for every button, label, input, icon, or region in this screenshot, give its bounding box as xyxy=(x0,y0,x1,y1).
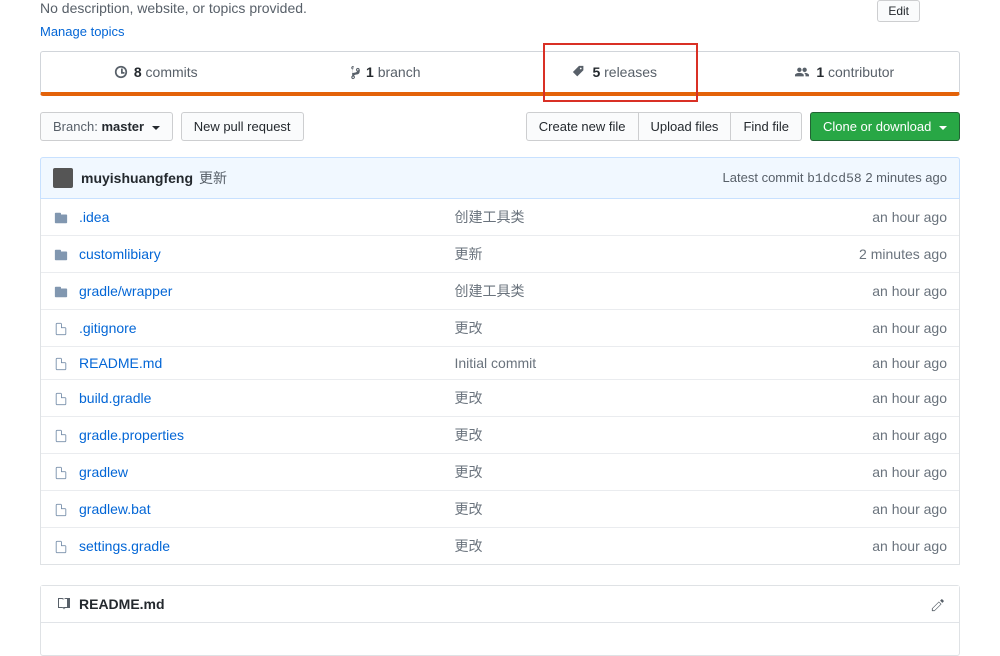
file-commit-message[interactable]: 更改 xyxy=(454,318,872,338)
file-icon xyxy=(53,501,79,517)
edit-button[interactable]: Edit xyxy=(877,0,920,22)
clone-label: Clone or download xyxy=(823,119,931,134)
commit-time: 2 minutes ago xyxy=(865,170,947,185)
file-time: an hour ago xyxy=(872,355,947,371)
contributors-tab[interactable]: 1 contributor xyxy=(730,52,960,92)
folder-icon xyxy=(53,209,79,225)
commits-label: commits xyxy=(146,64,198,80)
new-pull-request-button[interactable]: New pull request xyxy=(181,112,304,141)
file-commit-message[interactable]: 更改 xyxy=(454,388,872,408)
file-icon xyxy=(53,320,79,336)
readme-body xyxy=(41,623,959,655)
create-new-file-button[interactable]: Create new file xyxy=(526,112,639,141)
file-time: an hour ago xyxy=(872,501,947,517)
file-row: customlibiary更新2 minutes ago xyxy=(41,235,959,272)
releases-label: releases xyxy=(604,64,657,80)
file-row: gradlew更改an hour ago xyxy=(41,453,959,490)
file-name-link[interactable]: .gitignore xyxy=(79,320,454,336)
file-time: an hour ago xyxy=(872,464,947,480)
file-commit-message[interactable]: 更改 xyxy=(454,536,872,556)
contributors-count: 1 xyxy=(816,64,824,80)
branch-icon xyxy=(350,65,360,80)
file-name-link[interactable]: .idea xyxy=(79,209,454,225)
file-commit-message[interactable]: 更改 xyxy=(454,425,872,445)
file-row: gradlew.bat更改an hour ago xyxy=(41,490,959,527)
contributors-label: contributor xyxy=(828,64,894,80)
repo-description: No description, website, or topics provi… xyxy=(40,0,960,16)
people-icon xyxy=(794,65,810,79)
releases-tab[interactable]: 5 releases xyxy=(500,52,730,92)
file-row: gradle.properties更改an hour ago xyxy=(41,416,959,453)
file-time: an hour ago xyxy=(872,209,947,225)
file-time: an hour ago xyxy=(872,427,947,443)
readme-filename: README.md xyxy=(79,596,165,612)
file-name-link[interactable]: gradlew xyxy=(79,464,454,480)
file-commit-message[interactable]: 创建工具类 xyxy=(454,207,872,227)
commit-hash[interactable]: b1dcd58 xyxy=(807,171,862,186)
history-icon xyxy=(114,65,128,79)
file-name-link[interactable]: settings.gradle xyxy=(79,538,454,554)
caret-down-icon xyxy=(152,126,160,130)
file-icon xyxy=(53,538,79,554)
file-row: .gitignore更改an hour ago xyxy=(41,309,959,346)
file-row: build.gradle更改an hour ago xyxy=(41,379,959,416)
file-row: settings.gradle更改an hour ago xyxy=(41,527,959,564)
file-time: an hour ago xyxy=(872,283,947,299)
file-icon xyxy=(53,390,79,406)
tag-icon xyxy=(572,65,586,79)
commit-meta-prefix: Latest commit xyxy=(723,170,804,185)
clone-download-button[interactable]: Clone or download xyxy=(810,112,960,141)
branch-name: master xyxy=(101,119,144,134)
commits-tab[interactable]: 8 commits xyxy=(41,52,271,92)
file-name-link[interactable]: gradle/wrapper xyxy=(79,283,454,299)
file-icon xyxy=(53,355,79,371)
file-list: .idea创建工具类an hour agocustomlibiary更新2 mi… xyxy=(40,199,960,565)
file-name-link[interactable]: build.gradle xyxy=(79,390,454,406)
file-row: gradle/wrapper创建工具类an hour ago xyxy=(41,272,959,309)
file-icon xyxy=(53,427,79,443)
caret-down-icon xyxy=(939,126,947,130)
manage-topics-link[interactable]: Manage topics xyxy=(40,24,960,39)
file-time: an hour ago xyxy=(872,538,947,554)
commit-message[interactable]: 更新 xyxy=(199,168,227,188)
file-commit-message[interactable]: 创建工具类 xyxy=(454,281,872,301)
file-commit-message[interactable]: 更新 xyxy=(454,244,859,264)
book-icon xyxy=(55,596,71,612)
commit-author[interactable]: muyishuangfeng xyxy=(81,170,193,186)
file-commit-message[interactable]: 更改 xyxy=(454,462,872,482)
branch-select-button[interactable]: Branch: master xyxy=(40,112,173,141)
latest-commit-bar: muyishuangfeng 更新 Latest commit b1dcd58 … xyxy=(40,157,960,199)
file-name-link[interactable]: gradlew.bat xyxy=(79,501,454,517)
folder-icon xyxy=(53,246,79,262)
find-file-button[interactable]: Find file xyxy=(730,112,802,141)
releases-count: 5 xyxy=(592,64,600,80)
file-name-link[interactable]: customlibiary xyxy=(79,246,454,262)
file-row: README.mdInitial commitan hour ago xyxy=(41,346,959,379)
file-commit-message[interactable]: 更改 xyxy=(454,499,872,519)
file-icon xyxy=(53,464,79,480)
folder-icon xyxy=(53,283,79,299)
branch-prefix: Branch: xyxy=(53,119,98,134)
commit-meta: Latest commit b1dcd58 2 minutes ago xyxy=(723,170,947,186)
branches-count: 1 xyxy=(366,64,374,80)
readme-box: README.md xyxy=(40,585,960,656)
repo-stats-bar: 8 commits 1 branch 5 releases 1 contribu… xyxy=(40,51,960,96)
file-name-link[interactable]: gradle.properties xyxy=(79,427,454,443)
file-name-link[interactable]: README.md xyxy=(79,355,454,371)
toolbar: Branch: master New pull request Create n… xyxy=(40,112,960,141)
upload-files-button[interactable]: Upload files xyxy=(638,112,732,141)
pencil-icon[interactable] xyxy=(931,596,945,612)
avatar[interactable] xyxy=(53,168,73,188)
file-time: 2 minutes ago xyxy=(859,246,947,262)
file-row: .idea创建工具类an hour ago xyxy=(41,199,959,235)
branches-label: branch xyxy=(378,64,421,80)
branches-tab[interactable]: 1 branch xyxy=(271,52,501,92)
file-commit-message[interactable]: Initial commit xyxy=(454,355,872,371)
file-time: an hour ago xyxy=(872,390,947,406)
file-time: an hour ago xyxy=(872,320,947,336)
commits-count: 8 xyxy=(134,64,142,80)
